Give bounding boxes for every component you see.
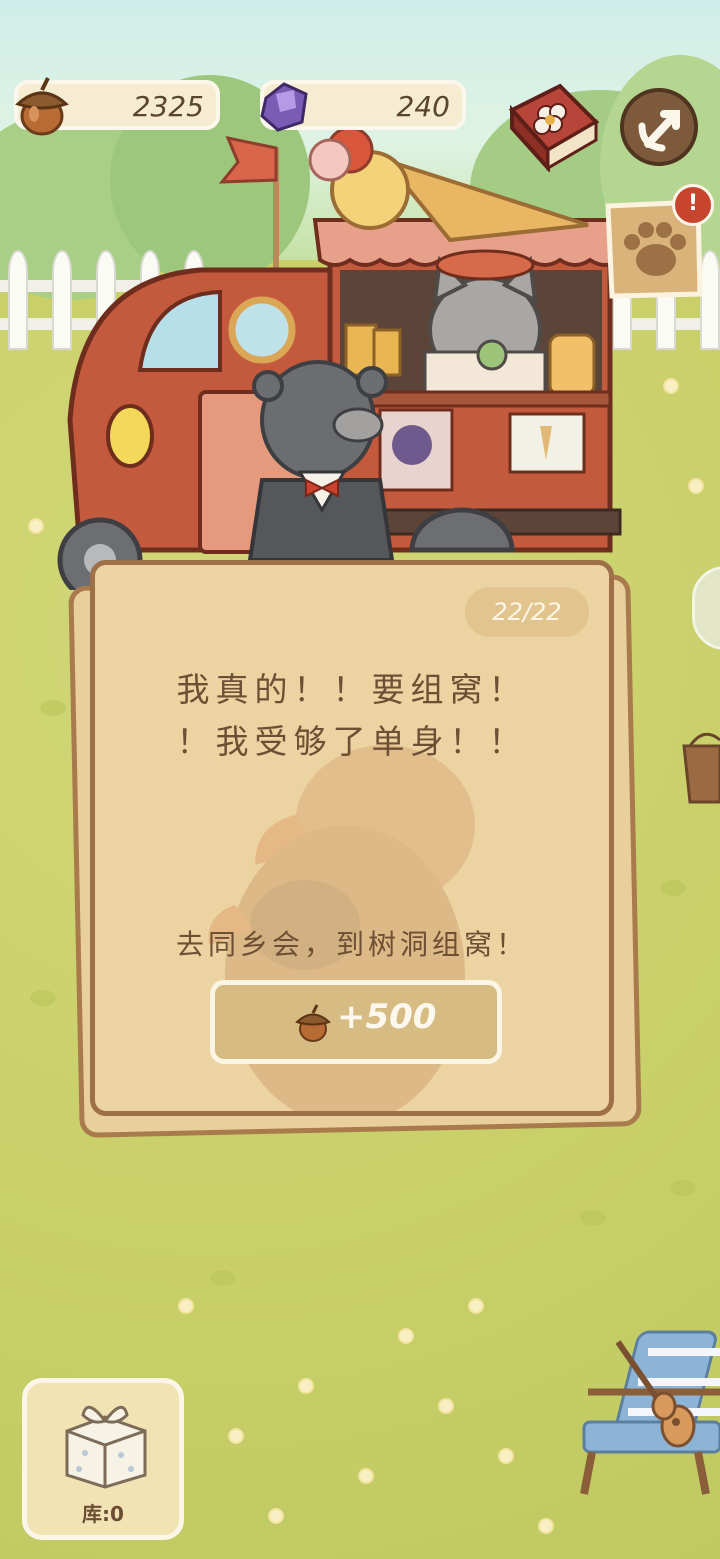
card-message-line1: 我真的！！要组窝！ — [176, 670, 528, 709]
reward-button[interactable]: +500 — [210, 980, 502, 1064]
return-arrow-icon[interactable] — [618, 86, 700, 168]
storage-button[interactable]: 库:0 — [22, 1378, 184, 1540]
flower-decoration — [540, 1520, 552, 1532]
leaf-decoration — [660, 880, 686, 896]
game-scene: 2325 240 ! 22/22 我真的！！要组窝！ ！我受够了单身！！ 去同乡… — [0, 0, 720, 1559]
flower-decoration — [500, 1450, 512, 1462]
leaf-decoration — [210, 1270, 236, 1286]
flower-decoration — [665, 380, 677, 392]
bucket-decoration — [682, 732, 720, 804]
card-message-line2: ！我受够了单身！！ — [176, 722, 528, 761]
alert-mark: ! — [687, 191, 699, 216]
alert-badge: ! — [672, 184, 714, 226]
request-card: 22/22 我真的！！要组窝！ ！我受够了单身！！ 去同乡会，到树洞组窝！ +5… — [90, 560, 614, 1116]
paw-notice-button[interactable]: ! — [600, 184, 714, 302]
flower-decoration — [440, 1400, 452, 1412]
leaf-decoration — [30, 990, 56, 1006]
flower-decoration — [690, 480, 702, 492]
progress-text: 22/22 — [492, 598, 562, 626]
flower-book-icon[interactable] — [500, 80, 600, 172]
acorn-icon — [295, 1004, 331, 1042]
gift-box-icon — [65, 1405, 147, 1489]
flower-decoration — [180, 1300, 192, 1312]
flower-decoration — [300, 1380, 312, 1392]
flower-decoration — [470, 1300, 482, 1312]
card-hint: 去同乡会，到树洞组窝！ — [175, 928, 528, 961]
progress-counter: 22/22 — [465, 587, 589, 637]
leaf-decoration — [40, 700, 66, 716]
flower-decoration — [400, 1330, 412, 1342]
gem-count: 240 — [396, 90, 450, 123]
storage-count: 库:0 — [82, 1502, 124, 1526]
food-truck — [57, 126, 622, 590]
flower-decoration — [270, 1510, 282, 1522]
flower-decoration — [360, 1470, 372, 1482]
flower-decoration — [230, 1430, 242, 1442]
acorn-icon — [15, 77, 69, 136]
acorn-count: 2325 — [132, 90, 204, 123]
leaf-decoration — [670, 1180, 696, 1196]
leaf-decoration — [580, 1210, 606, 1226]
reward-amount: +500 — [337, 997, 437, 1037]
deck-chair-with-guitar — [580, 1330, 720, 1495]
purple-gem-icon — [260, 82, 308, 132]
